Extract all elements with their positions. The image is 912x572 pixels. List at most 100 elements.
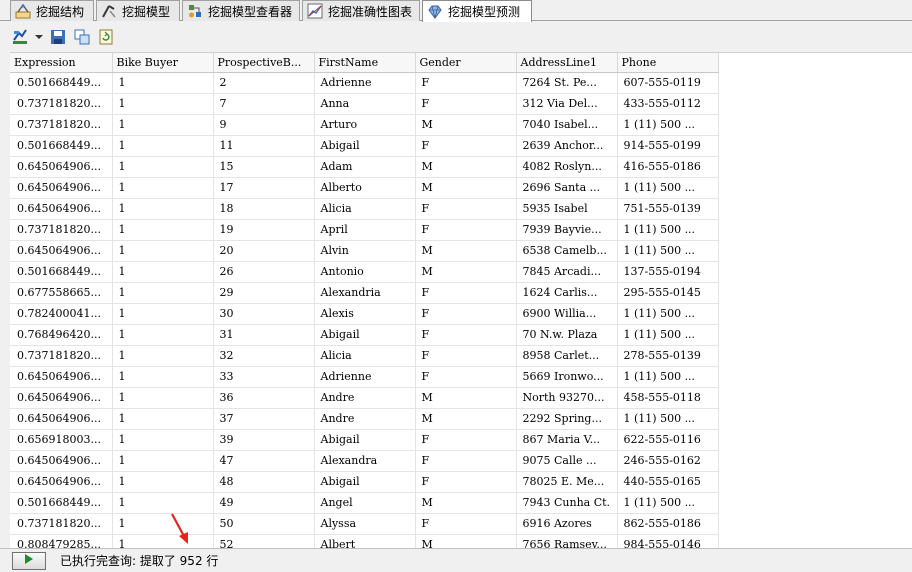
table-cell: 11 (213, 135, 315, 157)
table-row[interactable]: 0.737181820... 1 50 Alyssa F 6916 Azores 862-5… (10, 513, 719, 535)
status-text: 已执行完查询: 提取了 952 行 (60, 554, 219, 568)
table-cell: M (415, 534, 517, 548)
table-cell: 37 (213, 408, 315, 430)
red-arrow-icon (171, 513, 188, 544)
table-cell: 19 (213, 219, 315, 241)
table-cell: 5669 Ironwo... (516, 366, 618, 388)
table-cell: 1 (112, 282, 214, 304)
table-cell: 30 (213, 303, 315, 325)
table-row[interactable]: 0.645064906... 1 36 Andre M North 93270... 458… (10, 387, 719, 409)
header-row: Expression Bike Buyer ProspectiveB... First… (10, 53, 719, 73)
tab-mining-models[interactable]: 挖掘模型 (96, 0, 180, 21)
table-cell: Andre (314, 408, 416, 430)
table-cell: F (415, 198, 517, 220)
table-cell: 1 (11) 500 ... (617, 303, 719, 325)
table-cell: April (314, 219, 416, 241)
table-cell: 7264 St. Pe... (516, 72, 618, 94)
table-cell: 15 (213, 156, 315, 178)
table-row[interactable]: 0.645064906... 1 33 Adrienne F 5669 Ironwo...… (10, 366, 719, 388)
table-row[interactable]: 0.645064906... 1 17 Alberto M 2696 Santa ... 1… (10, 177, 719, 199)
table-cell: 0.645064906... (10, 387, 113, 409)
table-cell: M (415, 492, 517, 514)
save-icon[interactable] (48, 27, 68, 47)
table-cell: 0.768496420... (10, 324, 113, 346)
table-row[interactable]: 0.501668449... 1 11 Abigail F 2639 Anchor... 9… (10, 135, 719, 157)
table-cell: 52 (213, 534, 315, 548)
table-cell: 1 (112, 492, 214, 514)
table-row[interactable]: 0.737181820... 1 32 Alicia F 8958 Carlet... 27… (10, 345, 719, 367)
table-cell: 0.737181820... (10, 219, 113, 241)
column-header[interactable]: Bike Buyer (112, 53, 214, 73)
table-cell: 1 (112, 366, 214, 388)
table-cell: 9 (213, 114, 315, 136)
table-cell: 29 (213, 282, 315, 304)
table-cell: F (415, 72, 517, 94)
table-cell: Alberto (314, 177, 416, 199)
table-cell: Adam (314, 156, 416, 178)
table-cell: 0.501668449... (10, 492, 113, 514)
column-header[interactable]: Phone (617, 53, 719, 73)
table-cell: 0.782400041... (10, 303, 113, 325)
table-row[interactable]: 0.645064906... 1 48 Abigail F 78025 E. Me... 4… (10, 471, 719, 493)
table-row[interactable]: 0.737181820... 1 9 Arturo M 7040 Isabel... 1 (… (10, 114, 719, 136)
table-row[interactable]: 0.737181820... 1 7 Anna F 312 Via Del... 433-5… (10, 93, 719, 115)
table-cell: 1 (112, 135, 214, 157)
table-cell: Adrienne (314, 366, 416, 388)
tab-mining-model-viewer[interactable]: 挖掘模型查看器 (182, 0, 300, 21)
table-cell: 50 (213, 513, 315, 535)
table-row[interactable]: 0.501668449... 1 26 Antonio M 7845 Arcadi... 1… (10, 261, 719, 283)
column-header[interactable]: ProspectiveB... (213, 53, 315, 73)
table-row[interactable]: 0.768496420... 1 31 Abigail F 70 N.w. Plaza 1 … (10, 324, 719, 346)
table-cell: Abigail (314, 471, 416, 493)
table-row[interactable]: 0.645064906... 1 15 Adam M 4082 Roslyn... 416-… (10, 156, 719, 178)
table-cell: 0.501668449... (10, 135, 113, 157)
table-cell: F (415, 303, 517, 325)
table-cell: 2 (213, 72, 315, 94)
dropdown-arrow-icon[interactable] (34, 27, 44, 47)
table-row[interactable]: 0.737181820... 1 19 April F 7939 Bayvie... 1 (… (10, 219, 719, 241)
column-header[interactable]: AddressLine1 (516, 53, 618, 73)
table-cell: 440-555-0165 (617, 471, 719, 493)
table-row[interactable]: 0.782400041... 1 30 Alexis F 6900 Willia... 1 … (10, 303, 719, 325)
table-cell: 0.645064906... (10, 366, 113, 388)
table-cell: 1 (112, 345, 214, 367)
table-row[interactable]: 0.645064906... 1 47 Alexandra F 9075 Calle ..… (10, 450, 719, 472)
tab-label: 挖掘准确性图表 (328, 4, 413, 19)
table-cell: 48 (213, 471, 315, 493)
table-cell: 7040 Isabel... (516, 114, 618, 136)
table-cell: F (415, 471, 517, 493)
table-cell: F (415, 366, 517, 388)
table-cell: 1 (11) 500 ... (617, 219, 719, 241)
table-row[interactable]: 0.501668449... 1 49 Angel M 7943 Cunha Ct. 1 (… (10, 492, 719, 514)
column-header[interactable]: Gender (415, 53, 517, 73)
table-cell: 416-555-0186 (617, 156, 719, 178)
table-row[interactable]: 0.645064906... 1 20 Alvin M 6538 Camelb... 1 (… (10, 240, 719, 262)
table-row[interactable]: 0.501668449... 1 2 Adrienne F 7264 St. Pe... 6… (10, 72, 719, 94)
table-cell: Andre (314, 387, 416, 409)
copy-icon[interactable] (72, 27, 92, 47)
design-mode-icon[interactable] (10, 27, 30, 47)
table-cell: 0.645064906... (10, 156, 113, 178)
run-query-button[interactable] (12, 551, 46, 570)
column-header[interactable]: FirstName (314, 53, 416, 73)
table-cell: Abigail (314, 135, 416, 157)
refresh-icon[interactable] (96, 27, 116, 47)
table-cell: Arturo (314, 114, 416, 136)
table-cell: 458-555-0118 (617, 387, 719, 409)
table-cell: 0.645064906... (10, 450, 113, 472)
column-header[interactable]: Expression (10, 53, 113, 73)
model-icon (101, 3, 117, 19)
table-cell: Alexandria (314, 282, 416, 304)
tab-mining-model-prediction[interactable]: 挖掘模型预测 (422, 0, 532, 22)
tab-mining-accuracy-chart[interactable]: 挖掘准确性图表 (302, 0, 420, 21)
table-cell: 9075 Calle ... (516, 450, 618, 472)
table-row[interactable]: 0.645064906... 1 37 Andre M 2292 Spring... 1 (… (10, 408, 719, 430)
table-cell: F (415, 429, 517, 451)
tab-mining-structure[interactable]: 挖掘结构 (10, 0, 94, 21)
table-cell: 1 (112, 93, 214, 115)
table-row[interactable]: 0.677558665... 1 29 Alexandria F 1624 Carlis.… (10, 282, 719, 304)
table-cell: M (415, 177, 517, 199)
table-row[interactable]: 0.656918003... 1 39 Abigail F 867 Maria V... 6… (10, 429, 719, 451)
table-row[interactable]: 0.808479285... 1 52 Albert M 7656 Ramsey... 98… (10, 534, 719, 548)
table-row[interactable]: 0.645064906... 1 18 Alicia F 5935 Isabel 751-5… (10, 198, 719, 220)
